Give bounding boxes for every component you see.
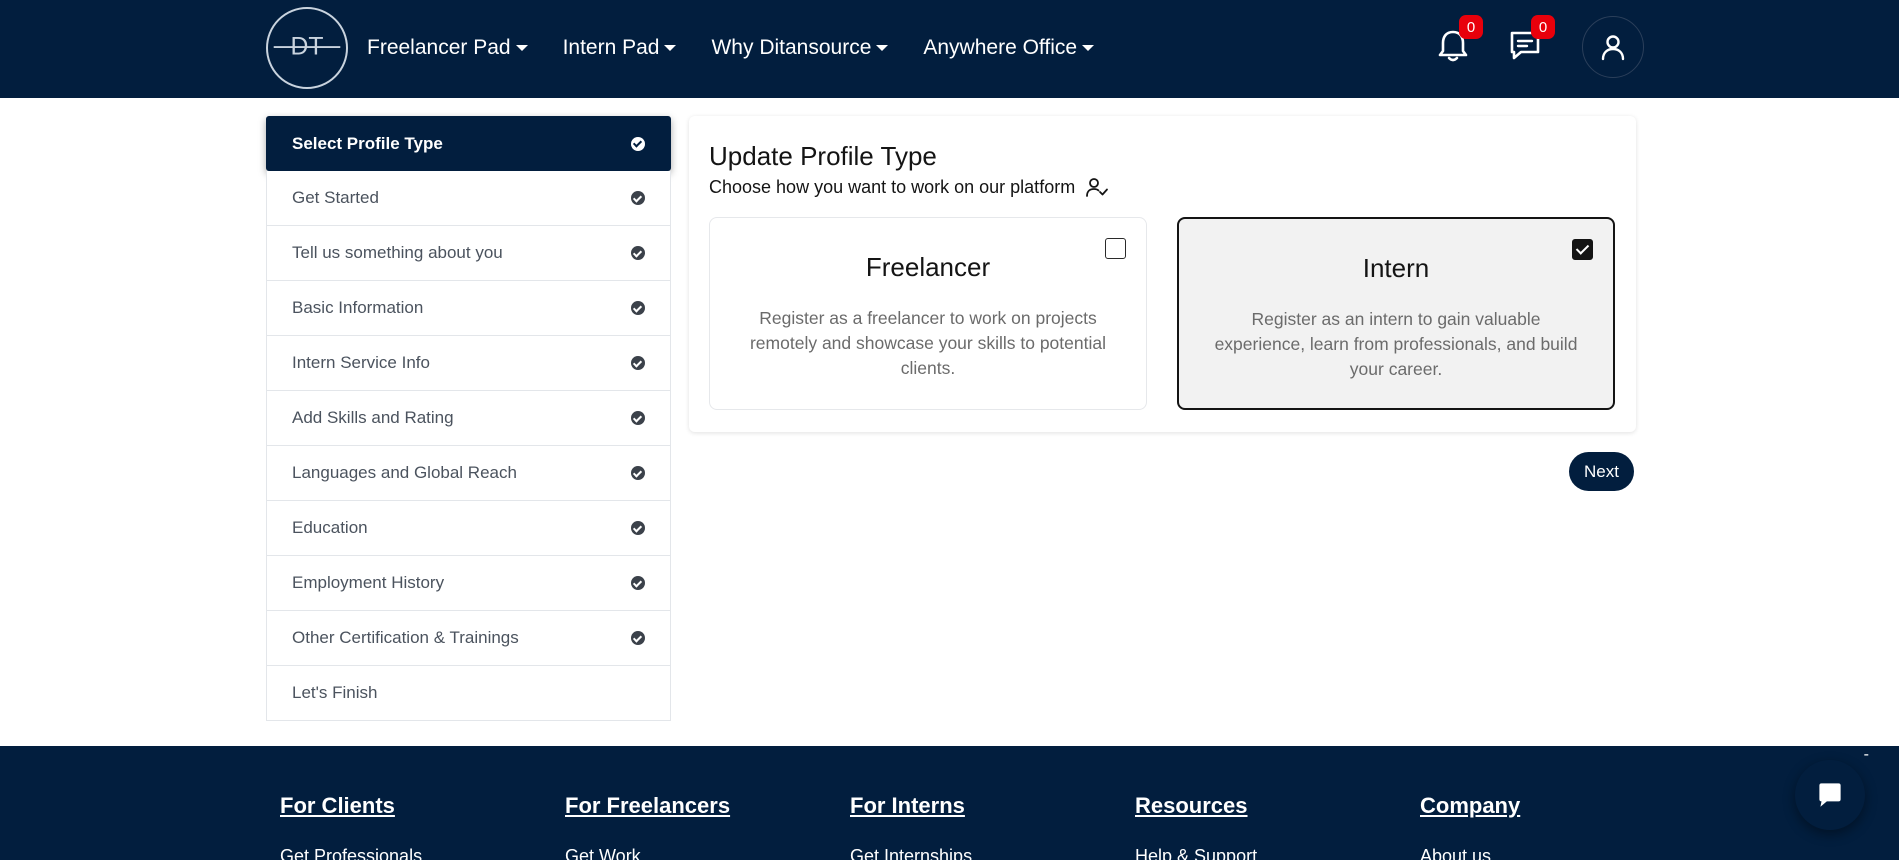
nav-intern-pad[interactable]: Intern Pad	[563, 36, 677, 60]
top-navbar: DT Freelancer Pad Intern Pad Why Ditanso…	[0, 0, 1899, 98]
step-label: Let's Finish	[292, 683, 378, 702]
logo-mark-icon: DT	[273, 34, 341, 61]
user-check-icon	[1086, 178, 1109, 197]
step-basic-information[interactable]: Basic Information	[266, 281, 671, 336]
step-label: Tell us something about you	[292, 243, 503, 262]
step-other-certifications[interactable]: Other Certification & Trainings	[266, 611, 671, 666]
step-intern-service-info[interactable]: Intern Service Info	[266, 336, 671, 391]
footer-link[interactable]: Get Internships	[850, 846, 972, 860]
step-label: Other Certification & Trainings	[292, 628, 519, 647]
footer-link[interactable]: About us	[1420, 846, 1520, 860]
page-title: Update Profile Type	[709, 141, 937, 171]
footer-heading[interactable]: Company	[1420, 793, 1520, 819]
footer-column-company: Company About us	[1420, 793, 1520, 860]
footer-column-interns: For Interns Get Internships	[850, 793, 972, 860]
subtitle-text: Choose how you want to work on our platf…	[709, 176, 1076, 197]
step-select-profile-type[interactable]: Select Profile Type	[266, 116, 671, 171]
card-description: Register as a freelancer to work on proj…	[749, 308, 1106, 378]
caret-down-icon	[1082, 45, 1095, 51]
step-label: Education	[292, 518, 368, 537]
profile-type-panel: Update Profile Type Choose how you want …	[689, 116, 1636, 432]
nav-label: Intern Pad	[562, 36, 660, 59]
caret-down-icon	[515, 45, 528, 51]
step-education[interactable]: Education	[266, 501, 671, 556]
nav-label: Why Ditansource	[711, 36, 872, 59]
step-label: Basic Information	[292, 298, 424, 317]
card-title: Freelancer	[865, 252, 991, 282]
freelancer-option-card[interactable]: Freelancer Register as a freelancer to w…	[709, 217, 1147, 410]
caret-down-icon	[664, 45, 677, 51]
nav-label: Freelancer Pad	[367, 36, 511, 59]
chat-launcher-button[interactable]	[1795, 760, 1865, 830]
message-count-badge: 0	[1531, 15, 1555, 39]
check-circle-icon	[631, 521, 645, 535]
check-circle-icon	[631, 246, 645, 260]
main-nav: Freelancer Pad Intern Pad Why Ditansourc…	[367, 0, 1129, 96]
notification-count-badge: 0	[1459, 15, 1483, 39]
messages-button[interactable]: 0	[1500, 15, 1555, 70]
check-circle-icon	[631, 136, 645, 151]
step-tell-us-about-you[interactable]: Tell us something about you	[266, 226, 671, 281]
nav-anywhere-office[interactable]: Anywhere Office	[923, 36, 1095, 60]
step-lets-finish[interactable]: Let's Finish	[266, 666, 671, 721]
check-circle-icon	[631, 356, 645, 370]
step-label: Select Profile Type	[292, 133, 443, 153]
footer-heading[interactable]: Resources	[1135, 793, 1257, 819]
profile-steps-sidebar: Select Profile Type Get Started Tell us …	[266, 116, 671, 721]
card-description: Register as an intern to gain valuable e…	[1214, 309, 1578, 379]
user-icon	[1601, 35, 1625, 61]
nav-why-ditansource[interactable]: Why Ditansource	[711, 36, 889, 60]
nav-label: Anywhere Office	[923, 36, 1078, 59]
step-label: Languages and Global Reach	[292, 463, 517, 482]
footer-heading[interactable]: For Interns	[850, 793, 972, 819]
step-employment-history[interactable]: Employment History	[266, 556, 671, 611]
step-get-started[interactable]: Get Started	[266, 171, 671, 226]
step-label: Employment History	[292, 573, 445, 592]
page-subtitle: Choose how you want to work on our platf…	[709, 175, 1109, 199]
step-label: Add Skills and Rating	[292, 408, 454, 427]
footer-link[interactable]: Help & Support	[1135, 846, 1257, 860]
step-add-skills-and-rating[interactable]: Add Skills and Rating	[266, 391, 671, 446]
footer-link[interactable]: Get Work	[565, 846, 730, 860]
site-footer: - For Clients Get Professionals For Free…	[0, 746, 1899, 860]
step-label: Intern Service Info	[292, 353, 430, 372]
chat-icon	[1819, 783, 1841, 807]
check-circle-icon	[631, 631, 645, 645]
footer-column-clients: For Clients Get Professionals	[280, 793, 422, 860]
check-circle-icon	[631, 411, 645, 425]
card-title: Intern	[1362, 253, 1430, 283]
check-circle-icon	[631, 301, 645, 315]
check-circle-icon	[631, 466, 645, 480]
check-circle-icon	[631, 191, 645, 205]
check-circle-icon	[631, 576, 645, 590]
footer-heading[interactable]: For Clients	[280, 793, 422, 819]
caret-down-icon	[876, 45, 889, 51]
footer-link[interactable]: Get Professionals	[280, 846, 422, 860]
intern-option-card[interactable]: Intern Register as an intern to gain val…	[1177, 217, 1615, 410]
nav-freelancer-pad[interactable]: Freelancer Pad	[367, 36, 528, 60]
user-menu-button[interactable]	[1582, 16, 1644, 78]
step-languages-global-reach[interactable]: Languages and Global Reach	[266, 446, 671, 501]
ditansource-logo[interactable]: DT	[266, 7, 348, 89]
footer-column-freelancers: For Freelancers Get Work	[565, 793, 730, 860]
footer-heading[interactable]: For Freelancers	[565, 793, 730, 819]
notifications-button[interactable]: 0	[1428, 15, 1483, 70]
next-button[interactable]: Next	[1569, 452, 1634, 491]
step-label: Get Started	[292, 188, 379, 207]
footer-column-resources: Resources Help & Support	[1135, 793, 1257, 860]
minimize-chat-button[interactable]: -	[1864, 746, 1869, 764]
